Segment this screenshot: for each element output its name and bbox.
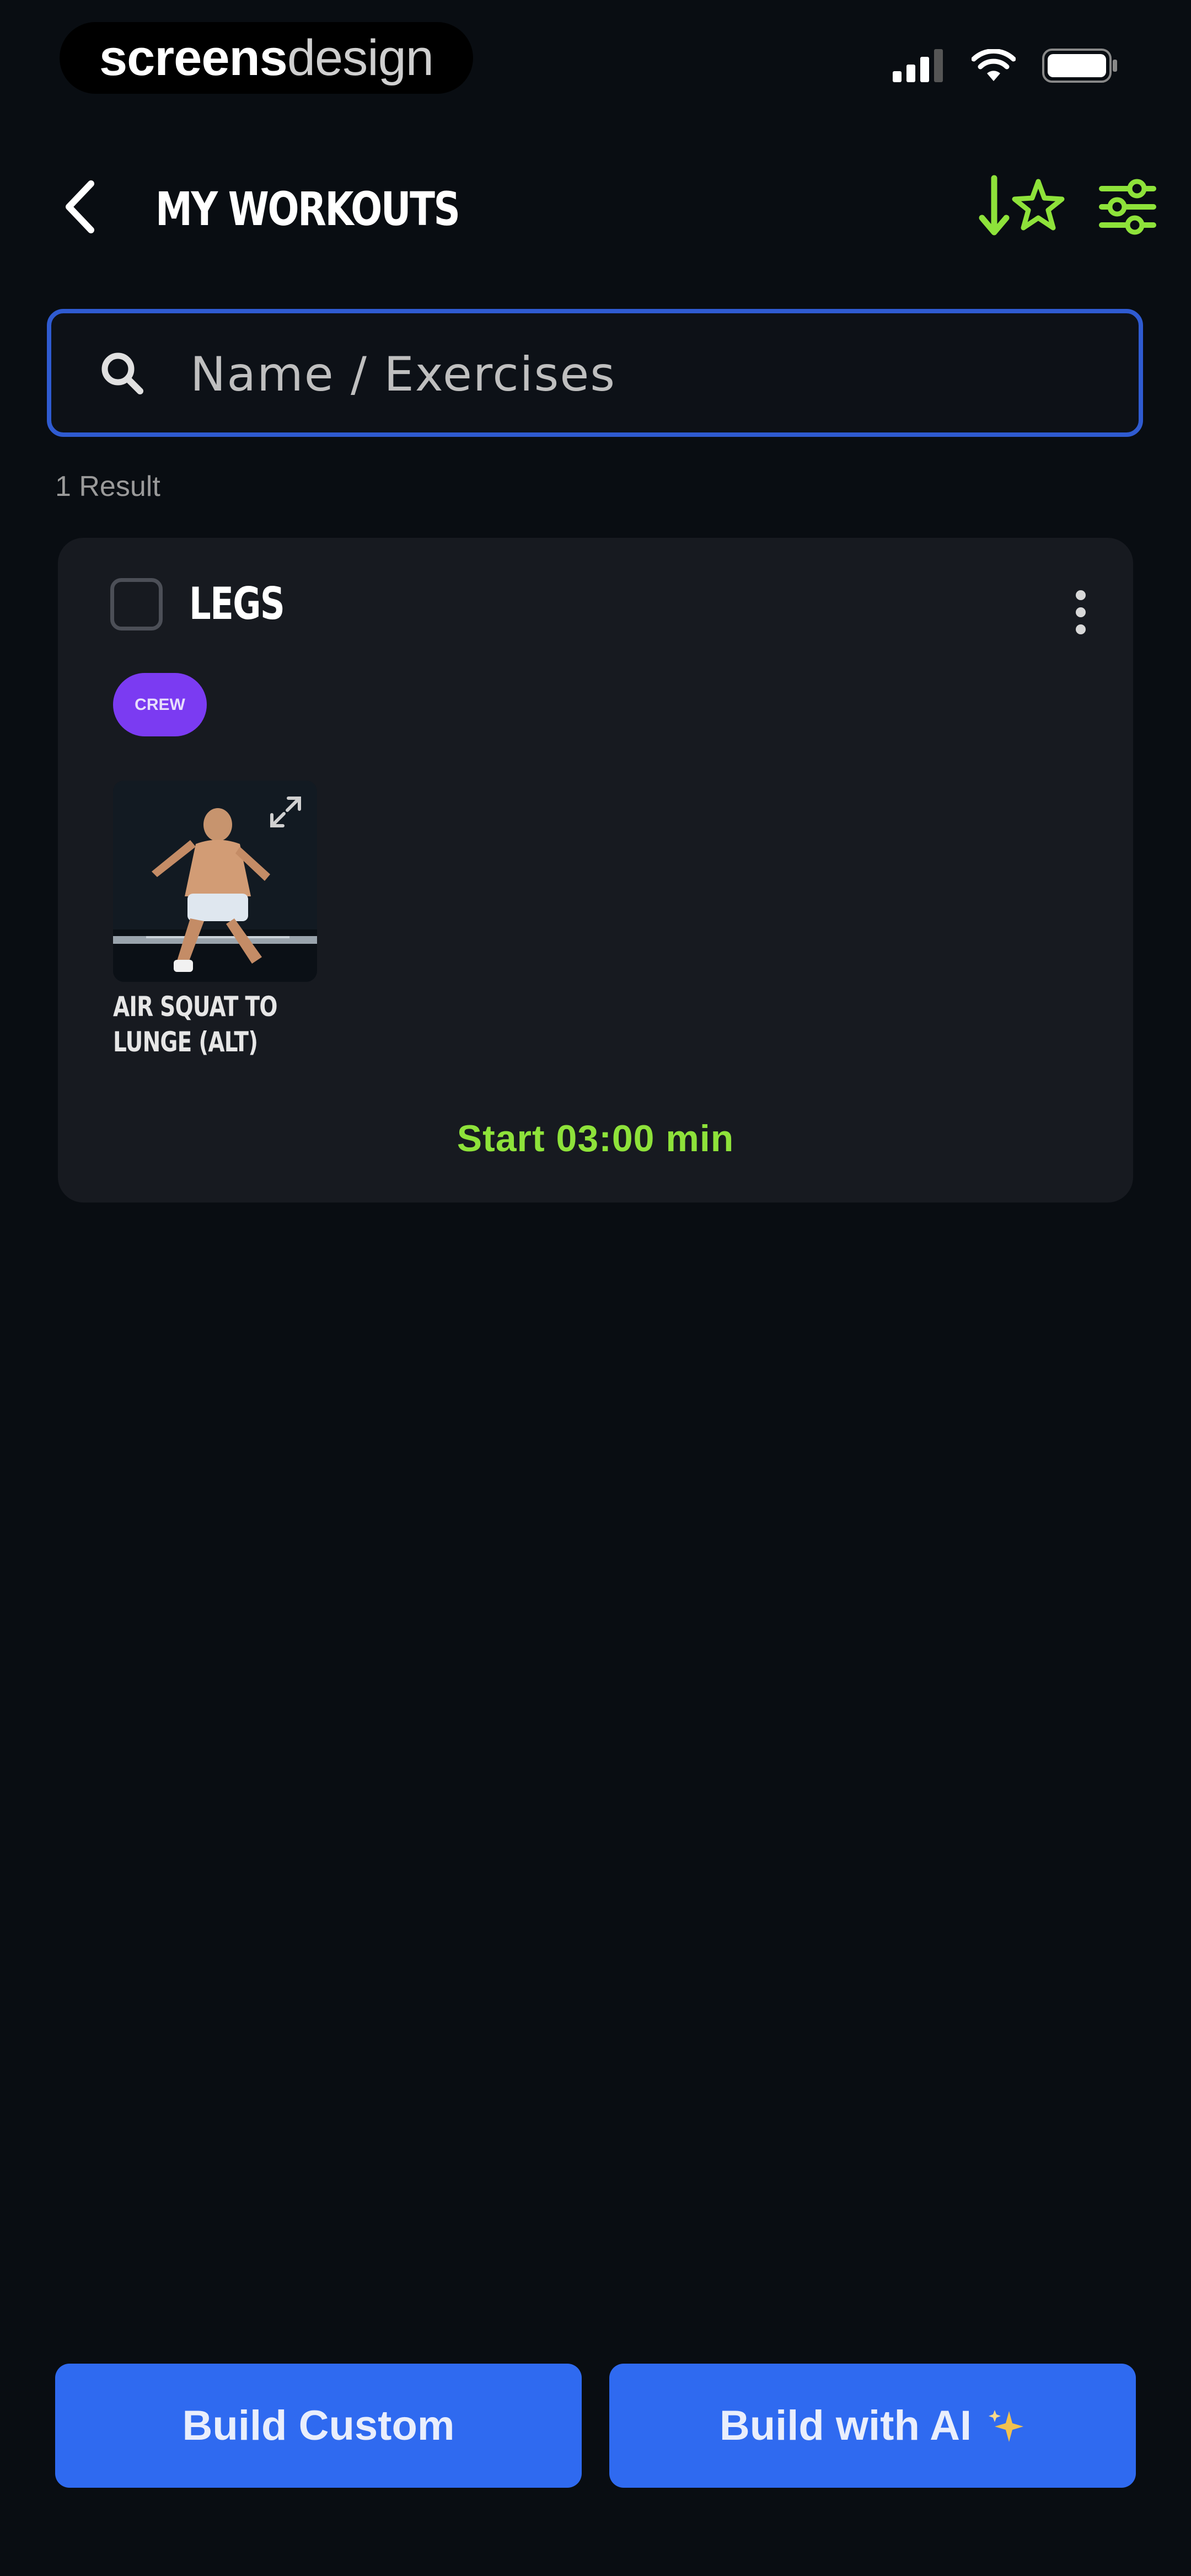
workout-card[interactable]: LEGS CREW AIR SQUAT TO LUNGE (ALT) Start… <box>58 538 1133 1203</box>
result-count: 1 Result <box>55 471 160 503</box>
status-icons <box>893 49 1119 83</box>
workout-title: LEGS <box>189 578 285 629</box>
build-custom-button[interactable]: Build Custom <box>55 2364 582 2488</box>
sort-favorites-icon <box>979 175 1065 236</box>
expand-icon[interactable] <box>266 793 305 831</box>
back-button[interactable] <box>52 179 108 234</box>
brand-watermark: screens design <box>60 22 473 94</box>
brand-bold-text: screens <box>99 29 288 86</box>
page-title: MY WORKOUTS <box>155 182 460 236</box>
workout-tag: CREW <box>113 673 207 736</box>
more-vertical-icon <box>1076 590 1086 600</box>
build-custom-label: Build Custom <box>182 2402 455 2449</box>
filter-button[interactable] <box>1095 174 1161 240</box>
search-icon <box>101 352 143 394</box>
brand-light-text: design <box>287 29 434 86</box>
build-ai-label: Build with AI <box>719 2402 972 2449</box>
exercise-name: AIR SQUAT TO LUNGE (ALT) <box>113 991 278 1058</box>
search-input[interactable] <box>189 333 1101 416</box>
top-bar: MY WORKOUTS <box>0 160 1191 254</box>
more-vertical-icon-dot <box>1076 624 1086 634</box>
more-vertical-icon-dot <box>1076 607 1086 617</box>
signal-icon <box>893 49 943 82</box>
workout-select-checkbox[interactable] <box>110 578 163 630</box>
back-arrow-icon <box>66 180 94 233</box>
status-bar: screens design <box>0 0 1191 127</box>
sort-favorites-button[interactable] <box>976 171 1070 243</box>
start-workout-button[interactable]: Start 03:00 min <box>58 1117 1133 1160</box>
wifi-icon <box>972 49 1016 81</box>
exercise-thumbnail[interactable] <box>113 781 317 982</box>
battery-icon <box>1042 49 1117 83</box>
search-bar[interactable] <box>47 309 1143 437</box>
search-icon-wrap <box>93 344 153 404</box>
filter-sliders-icon <box>1099 179 1156 235</box>
build-with-ai-button[interactable]: Build with AI <box>609 2364 1136 2488</box>
sparkle-icon <box>987 2407 1026 2445</box>
more-options-button[interactable] <box>1064 585 1097 640</box>
